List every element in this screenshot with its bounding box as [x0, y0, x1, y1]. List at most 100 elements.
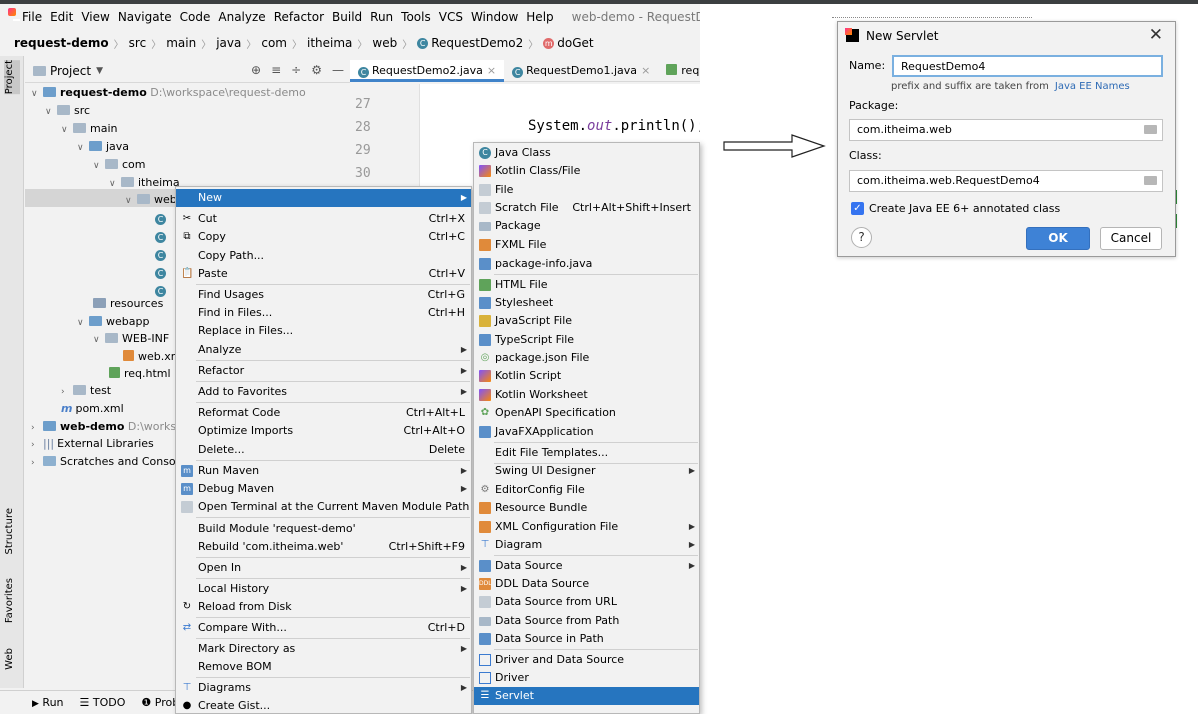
tree-node-webapp[interactable]: ∨ webapp — [77, 313, 149, 330]
tree-node-class[interactable]: C — [155, 227, 169, 244]
menu-item-build-module[interactable]: Build Module 'request-demo' — [176, 520, 471, 538]
menu-item-copy-path[interactable]: Copy Path... — [176, 247, 471, 265]
menu-item-copy[interactable]: ⧉ Copy Ctrl+C — [176, 228, 471, 246]
submenu-item-typescript-file[interactable]: TypeScript File — [474, 331, 699, 349]
menu-item-find-usages[interactable]: Find Usages Ctrl+G — [176, 286, 471, 304]
tree-node-com[interactable]: ∨ com — [93, 156, 146, 173]
submenu-item-scratch-file[interactable]: Scratch File Ctrl+Alt+Shift+Insert — [474, 199, 699, 217]
run-tool-button[interactable]: ▶ Run — [32, 696, 64, 709]
menu-item-optimize-imports[interactable]: Optimize Imports Ctrl+Alt+O — [176, 422, 471, 440]
submenu-item-swing-ui-designer[interactable]: Swing UI Designer ▶ — [474, 462, 699, 480]
tool-tab-web[interactable]: Web — [4, 648, 20, 670]
folder-browse-icon[interactable] — [1144, 125, 1157, 134]
menu-edit[interactable]: Edit — [46, 10, 77, 24]
tree-node-test[interactable]: › test — [61, 382, 111, 399]
package-field[interactable]: com.itheima.web — [849, 119, 1163, 141]
tab-requestdemo1[interactable]: C RequestDemo1.java × — [504, 60, 658, 82]
menu-item-add-to-favorites[interactable]: Add to Favorites ▶ — [176, 383, 471, 401]
breadcrumb-item[interactable]: itheima — [307, 36, 352, 50]
menu-file[interactable]: File — [18, 10, 46, 24]
breadcrumb-item[interactable]: main — [166, 36, 196, 50]
tab-requestdemo2[interactable]: C RequestDemo2.java × — [350, 59, 505, 82]
menu-item-reload-from-disk[interactable]: ↻ Reload from Disk — [176, 598, 471, 616]
menu-navigate[interactable]: Navigate — [114, 10, 176, 24]
breadcrumb-item[interactable]: java — [216, 36, 241, 50]
java-ee-names-link[interactable]: Java EE Names — [1055, 81, 1130, 92]
menu-item-open-in[interactable]: Open In ▶ — [176, 559, 471, 577]
menu-item-compare-with[interactable]: ⇄ Compare With... Ctrl+D — [176, 619, 471, 637]
tree-node-class[interactable]: C — [155, 209, 169, 226]
breadcrumb-item[interactable]: com — [261, 36, 287, 50]
submenu-item-driver[interactable]: Driver — [474, 669, 699, 687]
menu-item-create-gist[interactable]: ● Create Gist... — [176, 697, 471, 714]
submenu-item-package-info[interactable]: package-info.java — [474, 255, 699, 273]
tab-req-html[interactable]: req.htm — [658, 60, 700, 82]
tree-node-web-inf[interactable]: ∨ WEB-INF — [93, 330, 169, 347]
tree-node-class[interactable]: C — [155, 263, 169, 280]
tree-node-src[interactable]: ∨ src — [45, 102, 90, 119]
menu-vcs[interactable]: VCS — [435, 10, 467, 24]
chevron-down-icon[interactable]: ▼ — [96, 66, 103, 76]
menu-item-reformat-code[interactable]: Reformat Code Ctrl+Alt+L — [176, 404, 471, 422]
submenu-item-html-file[interactable]: HTML File — [474, 276, 699, 294]
submenu-item-xml-configuration[interactable]: XML Configuration File ▶ — [474, 518, 699, 536]
submenu-item-driver-and-data-source[interactable]: Driver and Data Source — [474, 651, 699, 669]
submenu-item-edit-file-templates[interactable]: Edit File Templates... — [474, 444, 699, 462]
submenu-item-fxml-file[interactable]: FXML File — [474, 236, 699, 254]
tree-node-resources[interactable]: resources — [93, 295, 163, 312]
expand-all-icon[interactable]: ÷ — [291, 63, 301, 77]
menu-item-diagrams[interactable]: ⊤ Diagrams ▶ — [176, 679, 471, 697]
tool-tab-structure[interactable]: Structure — [4, 508, 20, 555]
submenu-item-package-json[interactable]: ◎ package.json File — [474, 349, 699, 367]
menu-item-local-history[interactable]: Local History ▶ — [176, 580, 471, 598]
menu-build[interactable]: Build — [328, 10, 366, 24]
menu-item-replace-in-files[interactable]: Replace in Files... — [176, 322, 471, 340]
menu-item-refactor[interactable]: Refactor ▶ — [176, 362, 471, 380]
collapse-all-icon[interactable]: ≡ — [271, 63, 281, 77]
ok-button[interactable]: OK — [1026, 227, 1090, 250]
tree-node-itheima[interactable]: ∨ itheima — [109, 174, 180, 191]
tree-node-external-libraries[interactable]: › ||| External Libraries — [31, 435, 154, 452]
name-field[interactable]: RequestDemo4 — [892, 55, 1163, 77]
menu-item-paste[interactable]: 📋 Paste Ctrl+V — [176, 265, 471, 283]
menu-help[interactable]: Help — [522, 10, 557, 24]
menu-analyze[interactable]: Analyze — [214, 10, 269, 24]
submenu-item-data-source-in-path[interactable]: Data Source in Path — [474, 630, 699, 648]
menu-item-remove-bom[interactable]: Remove BOM — [176, 658, 471, 676]
submenu-item-package[interactable]: Package — [474, 217, 699, 235]
submenu-item-data-source-path[interactable]: Data Source from Path — [474, 612, 699, 630]
menu-item-cut[interactable]: ✂ Cut Ctrl+X — [176, 210, 471, 228]
menu-item-run-maven[interactable]: m Run Maven ▶ — [176, 462, 471, 480]
tree-node-request-demo[interactable]: ∨ request-demo D:\workspace\request-demo — [31, 84, 306, 101]
tree-node-web-demo[interactable]: › web-demo D:\worksp — [31, 418, 183, 435]
tree-node-pom-xml[interactable]: m pom.xml — [61, 400, 124, 417]
tool-tab-favorites[interactable]: Favorites — [4, 578, 20, 623]
menu-window[interactable]: Window — [467, 10, 522, 24]
menu-item-debug-maven[interactable]: m Debug Maven ▶ — [176, 480, 471, 498]
tree-node-scratches[interactable]: › Scratches and Console — [31, 453, 185, 470]
tree-node-web-xml[interactable]: web.xm — [123, 348, 181, 365]
submenu-item-openapi[interactable]: ✿ OpenAPI Specification — [474, 404, 699, 422]
menu-item-analyze[interactable]: Analyze ▶ — [176, 341, 471, 359]
submenu-item-servlet[interactable]: ☰ Servlet — [474, 687, 699, 705]
submenu-item-file[interactable]: File — [474, 181, 699, 199]
gear-icon[interactable]: ⚙ — [311, 63, 322, 77]
locate-icon[interactable]: ⊕ — [251, 63, 261, 77]
submenu-item-resource-bundle[interactable]: Resource Bundle — [474, 499, 699, 517]
submenu-item-kotlin-worksheet[interactable]: Kotlin Worksheet — [474, 386, 699, 404]
menu-code[interactable]: Code — [176, 10, 215, 24]
submenu-item-diagram[interactable]: ⊤ Diagram ▶ — [474, 536, 699, 554]
menu-item-mark-directory-as[interactable]: Mark Directory as ▶ — [176, 640, 471, 658]
menu-refactor[interactable]: Refactor — [270, 10, 328, 24]
menu-item-find-in-files[interactable]: Find in Files... Ctrl+H — [176, 304, 471, 322]
submenu-item-ddl-data-source[interactable]: DDL DDL Data Source — [474, 575, 699, 593]
submenu-item-data-source-url[interactable]: Data Source from URL — [474, 593, 699, 611]
submenu-item-data-source[interactable]: Data Source ▶ — [474, 557, 699, 575]
breadcrumb-item[interactable]: request-demo — [14, 36, 109, 50]
menu-item-open-terminal-maven[interactable]: Open Terminal at the Current Maven Modul… — [176, 498, 471, 516]
menu-run[interactable]: Run — [366, 10, 397, 24]
help-button[interactable]: ? — [851, 227, 872, 248]
tree-node-web[interactable]: ∨ web — [125, 191, 177, 208]
cancel-button[interactable]: Cancel — [1100, 227, 1162, 250]
breadcrumb-item[interactable]: web — [372, 36, 397, 50]
